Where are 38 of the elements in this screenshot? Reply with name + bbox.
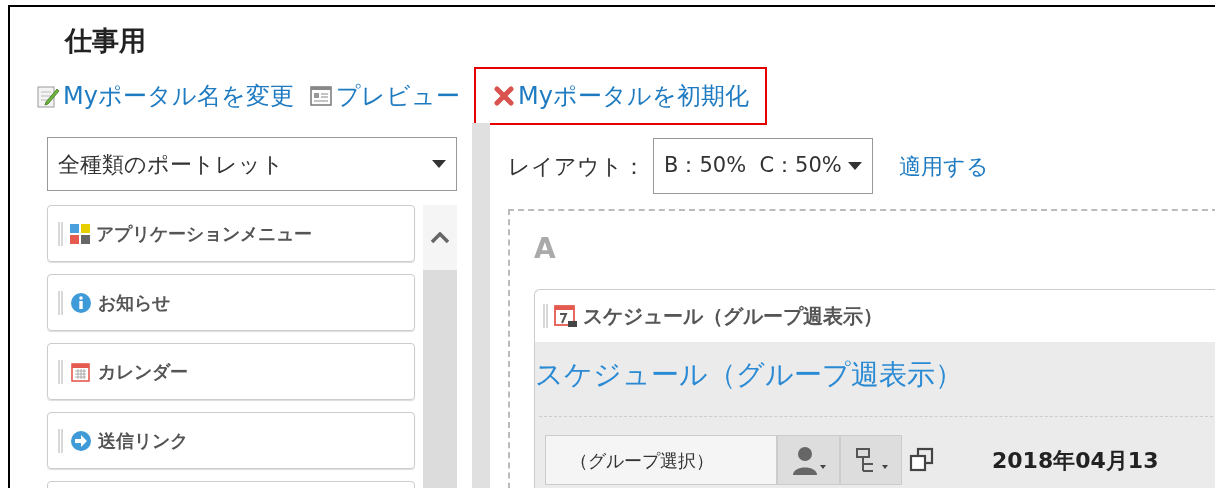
- edit-document-icon: [35, 83, 61, 109]
- arrow-circle-icon: [70, 429, 92, 452]
- x-mark-icon: [491, 84, 516, 108]
- org-select-button[interactable]: [840, 435, 902, 485]
- popup-window-icon[interactable]: [908, 446, 936, 474]
- drag-handle-icon[interactable]: [58, 221, 64, 246]
- drag-handle-icon[interactable]: [58, 428, 64, 453]
- info-icon: [70, 291, 92, 314]
- portlet-item[interactable]: カレンダー: [47, 343, 415, 400]
- portlet-item[interactable]: アプリケーションメニュー: [47, 205, 415, 262]
- portlet-item[interactable]: 送信リンク: [47, 412, 415, 469]
- caret-icon: [432, 160, 446, 168]
- drag-handle-icon[interactable]: [58, 290, 64, 315]
- toolbar-link[interactable]: Myポータルを初期化: [473, 67, 767, 125]
- toolbar-link[interactable]: Myポータル名を変更: [35, 76, 294, 116]
- caret-icon: [847, 162, 862, 170]
- scroll-up-icon[interactable]: [430, 231, 450, 244]
- apply-link[interactable]: 適用する: [898, 149, 989, 183]
- person-icon: [791, 445, 826, 475]
- portlet-item[interactable]: お知らせ: [47, 274, 415, 331]
- calendar-icon: [70, 360, 92, 383]
- preview-window-icon: [307, 83, 334, 109]
- colored-squares-icon: [70, 223, 90, 244]
- group-select[interactable]: （グループ選択）: [545, 435, 777, 485]
- portlet-header-title: スケジュール（グループ週表示）: [583, 303, 883, 330]
- portlet-filter-select[interactable]: 全種類のポートレット: [47, 137, 457, 191]
- toolbar-link[interactable]: プレビュー: [307, 76, 460, 116]
- layout-select[interactable]: B：50% C：50%: [653, 138, 873, 194]
- page-title: 仕事用: [65, 24, 146, 58]
- drag-handle-icon[interactable]: [543, 304, 549, 328]
- calendar-icon: [553, 303, 579, 329]
- layout-label: レイアウト：: [508, 152, 645, 181]
- week-date: 2018年04月13: [992, 446, 1159, 475]
- user-select-button[interactable]: [777, 435, 840, 485]
- area-label: A: [534, 231, 556, 267]
- drag-handle-icon[interactable]: [58, 359, 64, 384]
- scrollbar[interactable]: [423, 205, 457, 488]
- org-chart-icon: [854, 445, 888, 475]
